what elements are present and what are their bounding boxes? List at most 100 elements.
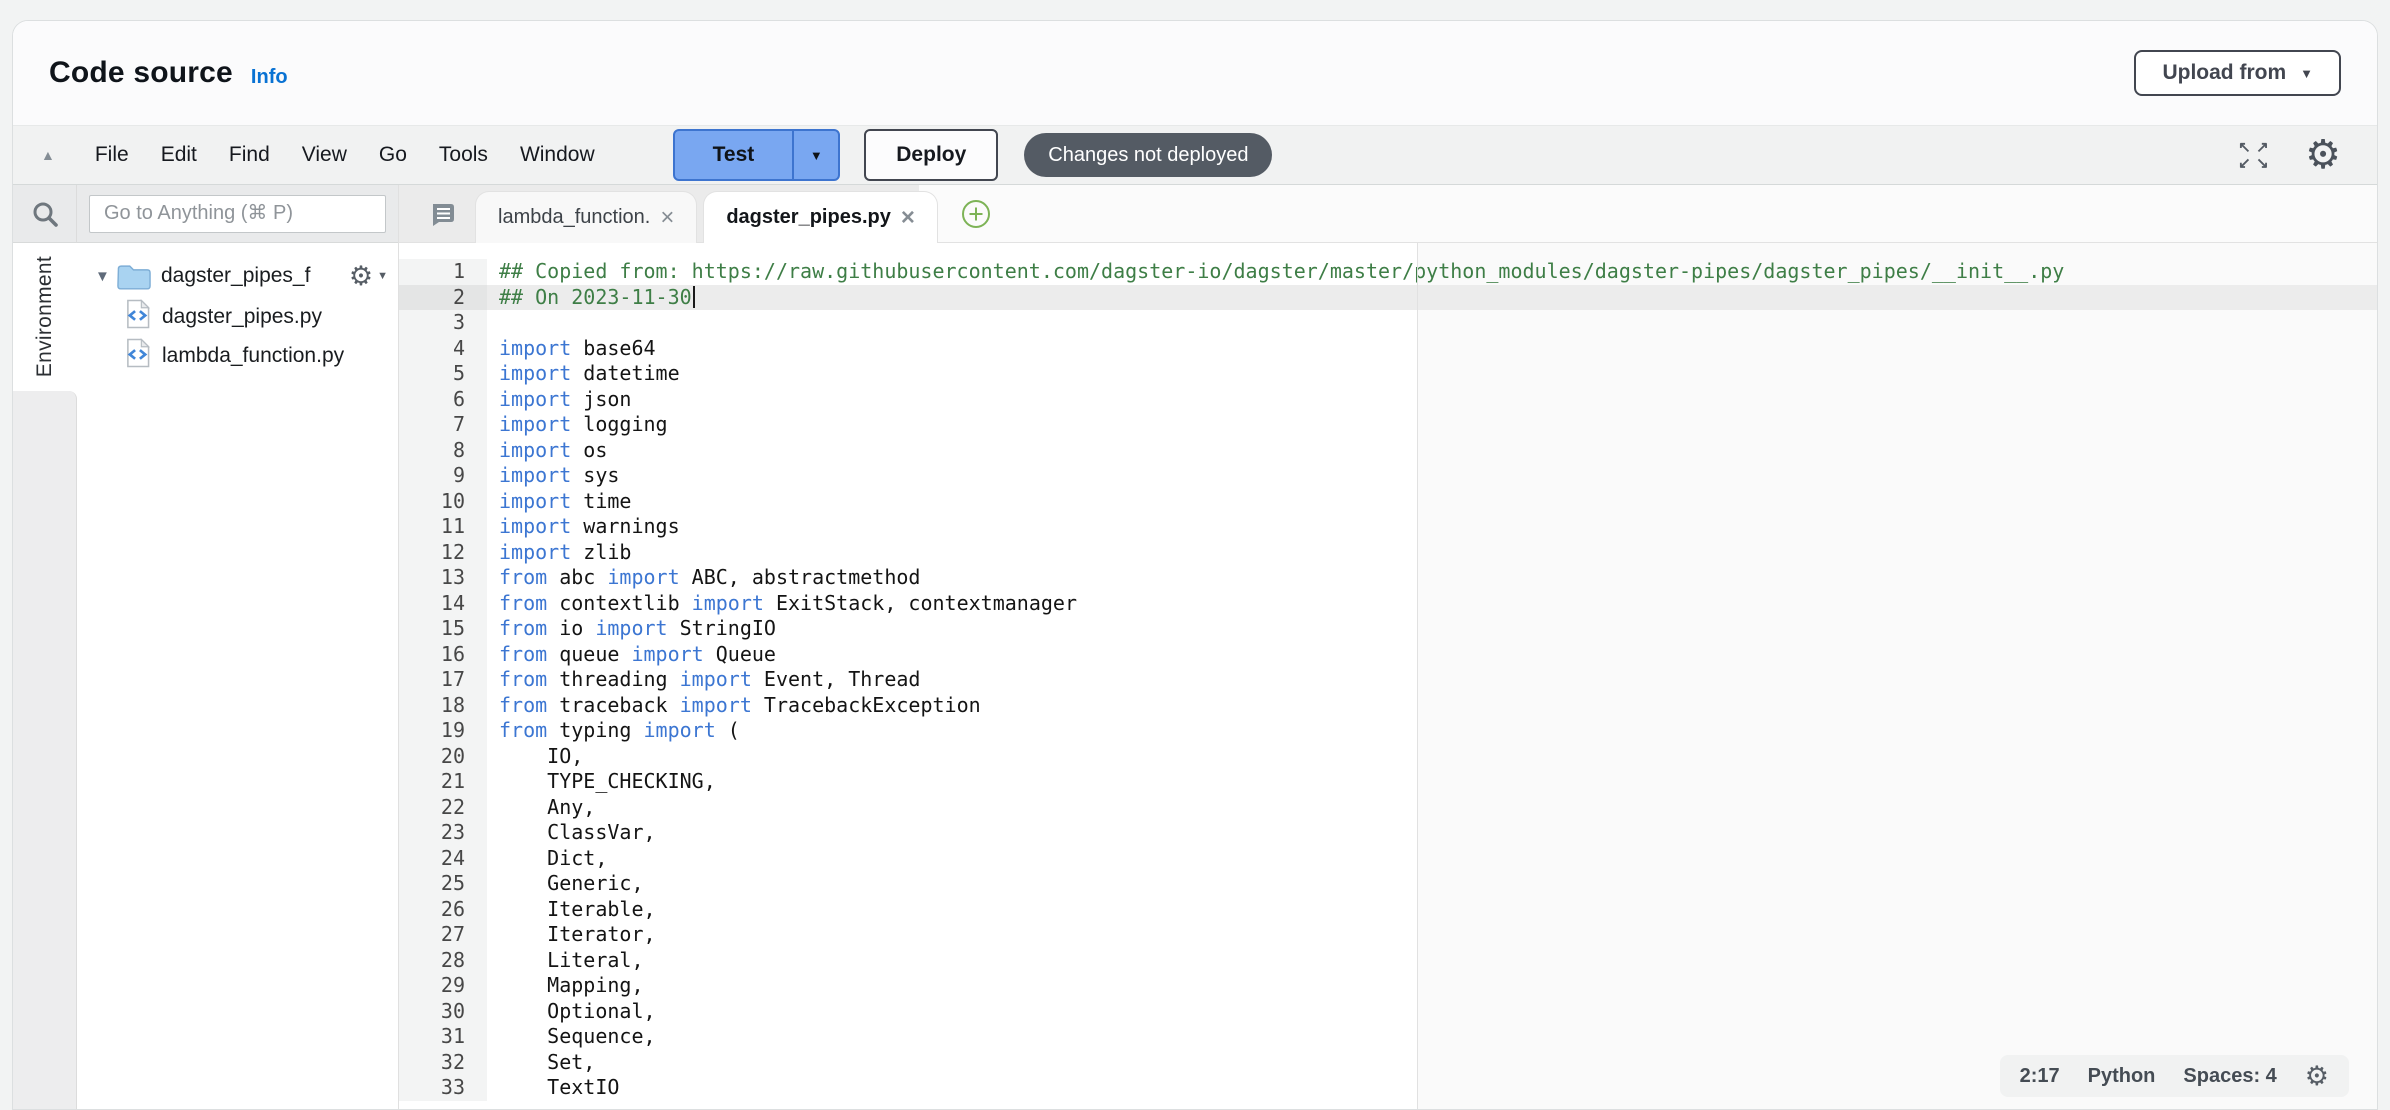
search-icon-cell <box>13 185 77 243</box>
upload-from-button[interactable]: Upload from ▼ <box>2134 50 2341 96</box>
code-line-30[interactable]: 30 Optional, <box>399 999 2377 1025</box>
upload-from-label: Upload from <box>2162 61 2286 85</box>
code-line-21[interactable]: 21 TYPE_CHECKING, <box>399 769 2377 795</box>
code-line-12[interactable]: 12import zlib <box>399 540 2377 566</box>
code-line-1[interactable]: 1## Copied from: https://raw.githubuserc… <box>399 259 2377 285</box>
code-line-16[interactable]: 16from queue import Queue <box>399 642 2377 668</box>
line-text: from queue import Queue <box>487 642 776 668</box>
line-text: import warnings <box>487 514 680 540</box>
line-text: Sequence, <box>487 1024 656 1050</box>
code-line-20[interactable]: 20 IO, <box>399 744 2377 770</box>
goto-anything-row <box>77 185 398 243</box>
code-line-6[interactable]: 6import json <box>399 387 2377 413</box>
file-row-lambda-function-py[interactable]: lambda_function.py <box>77 336 398 375</box>
tab-close-icon[interactable]: × <box>901 208 915 228</box>
code-line-13[interactable]: 13from abc import ABC, abstractmethod <box>399 565 2377 591</box>
code-line-10[interactable]: 10import time <box>399 489 2377 515</box>
menu-item-view[interactable]: View <box>286 143 363 167</box>
test-button[interactable]: Test <box>675 131 793 179</box>
code-line-4[interactable]: 4import base64 <box>399 336 2377 362</box>
code-line-29[interactable]: 29 Mapping, <box>399 973 2377 999</box>
code-line-5[interactable]: 5import datetime <box>399 361 2377 387</box>
menu-item-find[interactable]: Find <box>213 143 286 167</box>
line-number: 33 <box>399 1075 487 1101</box>
code-line-9[interactable]: 9import sys <box>399 463 2377 489</box>
tab-dagster-pipes-py[interactable]: dagster_pipes.py× <box>703 191 938 243</box>
code-line-24[interactable]: 24 Dict, <box>399 846 2377 872</box>
line-text: from io import StringIO <box>487 616 776 642</box>
code-line-25[interactable]: 25 Generic, <box>399 871 2377 897</box>
code-line-27[interactable]: 27 Iterator, <box>399 922 2377 948</box>
code-line-17[interactable]: 17from threading import Event, Thread <box>399 667 2377 693</box>
line-number: 20 <box>399 744 487 770</box>
line-text: import os <box>487 438 607 464</box>
folder-row[interactable]: ▼ dagster_pipes_funct ⚙ ▼ <box>77 255 398 297</box>
editor-settings-gear-icon[interactable]: ⚙ <box>2305 1061 2329 1092</box>
indent-setting[interactable]: Spaces: 4 <box>2183 1065 2276 1088</box>
cursor-position[interactable]: 2:17 <box>2020 1065 2060 1088</box>
file-name: dagster_pipes.py <box>162 305 322 329</box>
file-explorer: ▼ dagster_pipes_funct ⚙ ▼ dagster_pipes.… <box>77 185 399 1109</box>
folder-settings-menu[interactable]: ⚙ ▼ <box>349 261 388 292</box>
menu-item-window[interactable]: Window <box>504 143 611 167</box>
line-text: import zlib <box>487 540 631 566</box>
line-text: ## On 2023-11-30 <box>487 285 695 311</box>
environment-tab[interactable]: Environment <box>13 243 77 391</box>
deploy-button[interactable]: Deploy <box>864 129 998 181</box>
open-files-list-icon[interactable] <box>425 198 457 230</box>
goto-anything-input[interactable] <box>89 195 386 233</box>
tab-bar: lambda_function.×dagster_pipes.py× <box>399 185 2377 243</box>
code-line-19[interactable]: 19from typing import ( <box>399 718 2377 744</box>
line-number: 9 <box>399 463 487 489</box>
code-editor[interactable]: 1## Copied from: https://raw.githubuserc… <box>399 243 2377 1109</box>
code-line-28[interactable]: 28 Literal, <box>399 948 2377 974</box>
language-mode[interactable]: Python <box>2088 1065 2156 1088</box>
code-line-7[interactable]: 7import logging <box>399 412 2377 438</box>
tab-lambda-function[interactable]: lambda_function.× <box>475 191 697 243</box>
collapse-arrow-icon[interactable]: ▲ <box>41 147 55 163</box>
settings-gear-icon[interactable]: ⚙ <box>2305 135 2341 175</box>
code-line-8[interactable]: 8import os <box>399 438 2377 464</box>
code-line-14[interactable]: 14from contextlib import ExitStack, cont… <box>399 591 2377 617</box>
code-line-3[interactable]: 3 <box>399 310 2377 336</box>
file-row-dagster-pipes-py[interactable]: dagster_pipes.py <box>77 297 398 336</box>
code-line-22[interactable]: 22 Any, <box>399 795 2377 821</box>
menu-item-file[interactable]: File <box>79 143 145 167</box>
line-text: from threading import Event, Thread <box>487 667 920 693</box>
code-line-18[interactable]: 18from traceback import TracebackExcepti… <box>399 693 2377 719</box>
python-file-icon <box>125 338 150 374</box>
line-number: 11 <box>399 514 487 540</box>
folder-name: dagster_pipes_funct <box>161 264 311 288</box>
page-title: Code source <box>49 56 233 90</box>
code-line-31[interactable]: 31 Sequence, <box>399 1024 2377 1050</box>
line-number: 13 <box>399 565 487 591</box>
code-line-23[interactable]: 23 ClassVar, <box>399 820 2377 846</box>
tab-close-icon[interactable]: × <box>660 208 674 228</box>
line-text: import base64 <box>487 336 656 362</box>
editor-status-bar: 2:17 Python Spaces: 4 ⚙ <box>2000 1055 2349 1097</box>
info-link[interactable]: Info <box>251 66 288 89</box>
code-line-15[interactable]: 15from io import StringIO <box>399 616 2377 642</box>
folder-expand-caret-icon[interactable]: ▼ <box>95 268 117 285</box>
test-dropdown-button[interactable]: ▼ <box>792 131 838 179</box>
test-split-button[interactable]: Test ▼ <box>673 129 841 181</box>
line-number: 5 <box>399 361 487 387</box>
line-number: 31 <box>399 1024 487 1050</box>
left-strip: Environment <box>13 185 77 1109</box>
deploy-status-badge: Changes not deployed <box>1024 133 1272 177</box>
new-tab-plus-icon[interactable] <box>960 198 992 230</box>
menu-item-edit[interactable]: Edit <box>145 143 213 167</box>
menu-item-tools[interactable]: Tools <box>423 143 504 167</box>
code-line-2[interactable]: 2## On 2023-11-30 <box>399 285 2377 311</box>
folder-icon <box>117 263 151 290</box>
file-tree: ▼ dagster_pipes_funct ⚙ ▼ dagster_pipes.… <box>77 243 398 375</box>
code-line-26[interactable]: 26 Iterable, <box>399 897 2377 923</box>
search-icon[interactable] <box>30 199 60 229</box>
line-text <box>487 310 499 336</box>
menu-item-go[interactable]: Go <box>363 143 423 167</box>
line-number: 18 <box>399 693 487 719</box>
fullscreen-icon[interactable]: ↖↗↙↘ <box>2238 141 2271 170</box>
code-line-11[interactable]: 11import warnings <box>399 514 2377 540</box>
line-number: 2 <box>399 285 487 311</box>
line-number: 10 <box>399 489 487 515</box>
